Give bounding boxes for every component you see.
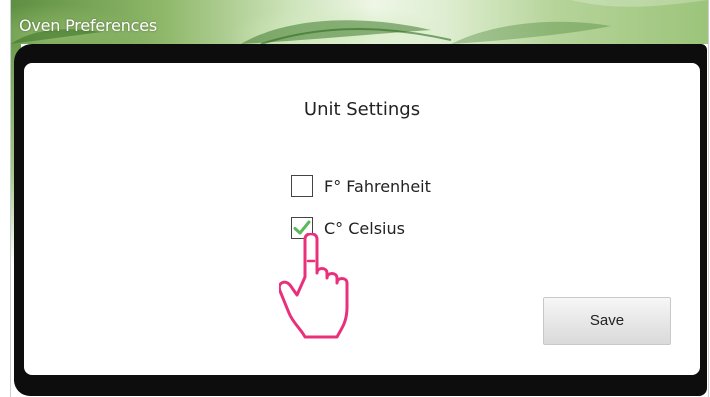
app-window: Oven Preferences Unit Settings F° Fahren… [0,0,710,397]
title-bar: Oven Preferences [11,0,708,44]
window-title: Oven Preferences [19,16,158,35]
fahrenheit-checkbox[interactable] [291,175,313,197]
hand-pointer-icon [279,233,349,339]
fahrenheit-label[interactable]: F° Fahrenheit [324,177,431,196]
save-button[interactable]: Save [543,297,671,345]
dialog-heading: Unit Settings [303,99,421,120]
window-frame-right [708,0,709,397]
fahrenheit-option[interactable]: F° Fahrenheit [291,175,431,197]
